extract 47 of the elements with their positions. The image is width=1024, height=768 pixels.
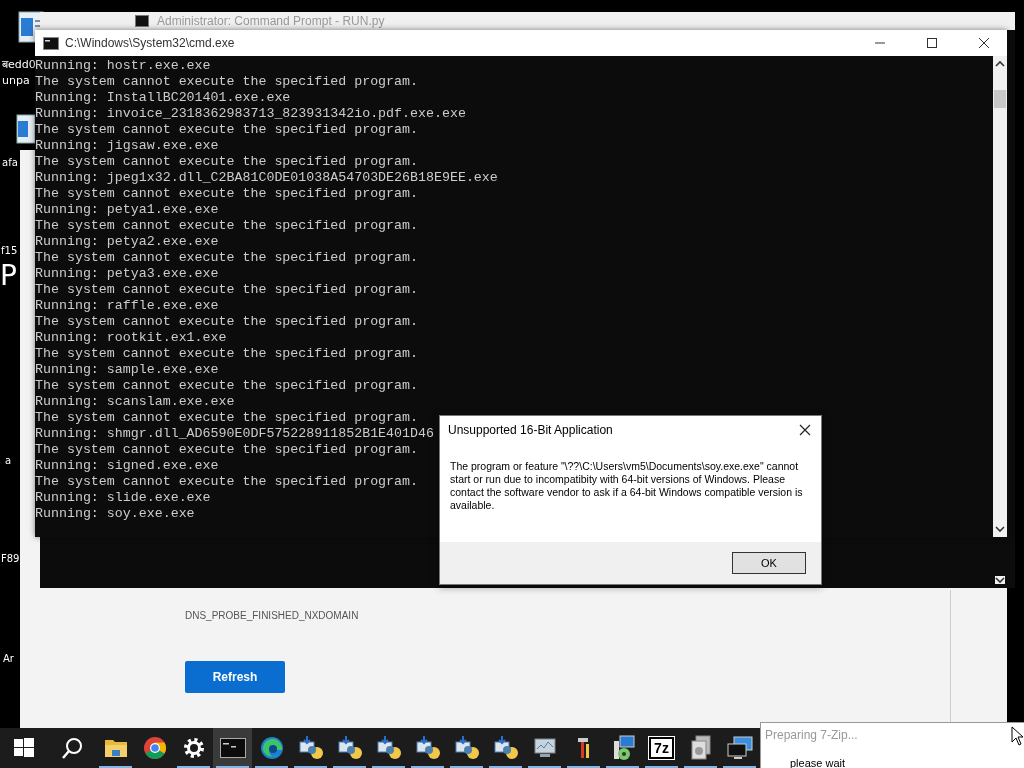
console-line: Running: rootkit.ex1.exe (35, 330, 227, 346)
dialog-title: Unsupported 16-Bit Application (448, 423, 613, 437)
console-line: Running: raffle.exe.exe (35, 298, 219, 314)
desktop-icon-label[interactable]: afa (2, 158, 18, 168)
console-line: Running: slide.exe.exe (35, 490, 211, 506)
console-line: Running: petya3.exe.exe (35, 266, 219, 282)
console-line: The system cannot execute the specified program. (35, 122, 418, 138)
desktop-icon-label[interactable]: f15 (1, 246, 18, 256)
popup-title: Preparing 7-Zip... (765, 728, 858, 742)
dialog-message: The program or feature "\??\C:\Users\vm5\Documents\soy.exe.exe" cannot start or run due to incompatibity with 64-bit versions of Windows. Please contact the software vendor to ask if a 64-bit Windows compatible version is available. (450, 460, 804, 513)
console-line: Running: scanslam.exe.exe (35, 394, 235, 410)
taskbar-archive-button[interactable]: 7z (642, 728, 681, 768)
console-line: The system cannot execute the specified program. (35, 282, 418, 298)
console-line: The system cannot execute the specified program. (35, 378, 418, 394)
console-line: Running: hostr.exe.exe (35, 58, 211, 74)
desktop-icon-label[interactable]: P (0, 262, 17, 290)
window-title: C:\Windows\System32\cmd.exe (65, 36, 235, 50)
console-line: The system cannot execute the specified program. (35, 474, 418, 490)
console-line: The system cannot execute the specified program. (35, 186, 418, 202)
error-code: DNS_PROBE_FINISHED_NXDOMAIN (185, 610, 359, 621)
console-line: Running: soy.exe.exe (35, 506, 195, 522)
console-line: Running: shmgr.dll_AD6590E0DF575228911852B1E401D46 (35, 426, 434, 442)
refresh-button[interactable]: Refresh (185, 661, 285, 693)
desktop-icon-label[interactable]: बedd0 (2, 59, 36, 70)
console-line: Running: InstallBC201401.exe.exe (35, 90, 291, 106)
ok-button[interactable]: OK (732, 552, 806, 574)
console-line: Running: sample.exe.exe (35, 362, 219, 378)
desktop-icon-label[interactable]: a (5, 456, 12, 466)
console-line: Running: jpeg1x32.dll_C2BA81C0DE01038A54703DE26B18E9EE.exe (35, 170, 498, 186)
console-line: Running: signed.exe.exe (35, 458, 219, 474)
desktop-icon-label[interactable]: F89 (1, 554, 20, 564)
console-line: Running: jigsaw.exe.exe (35, 138, 219, 154)
console-line: The system cannot execute the specified program. (35, 346, 418, 362)
desktop-icon-label[interactable]: Ar (3, 654, 14, 664)
console-line: The system cannot execute the specified program. (35, 442, 418, 458)
console-line: The system cannot execute the specified program. (35, 250, 418, 266)
desktop-icon-label[interactable]: unpa (2, 75, 30, 86)
console-line: The system cannot execute the specified program. (35, 74, 418, 90)
console-line: The system cannot execute the specified program. (35, 410, 418, 426)
console-line: The system cannot execute the specified program. (35, 154, 418, 170)
console-line: Running: invoice_2318362983713_823931342io.pdf.exe.exe (35, 106, 466, 122)
window-title: Administrator: Command Prompt - RUN.py (157, 14, 385, 28)
console-line: Running: petya1.exe.exe (35, 202, 219, 218)
archive-logo: 7z (649, 737, 674, 759)
console-line: The system cannot execute the specified program. (35, 218, 418, 234)
console-line: The system cannot execute the specified program. (35, 314, 418, 330)
console-line: Running: petya2.exe.exe (35, 234, 219, 250)
